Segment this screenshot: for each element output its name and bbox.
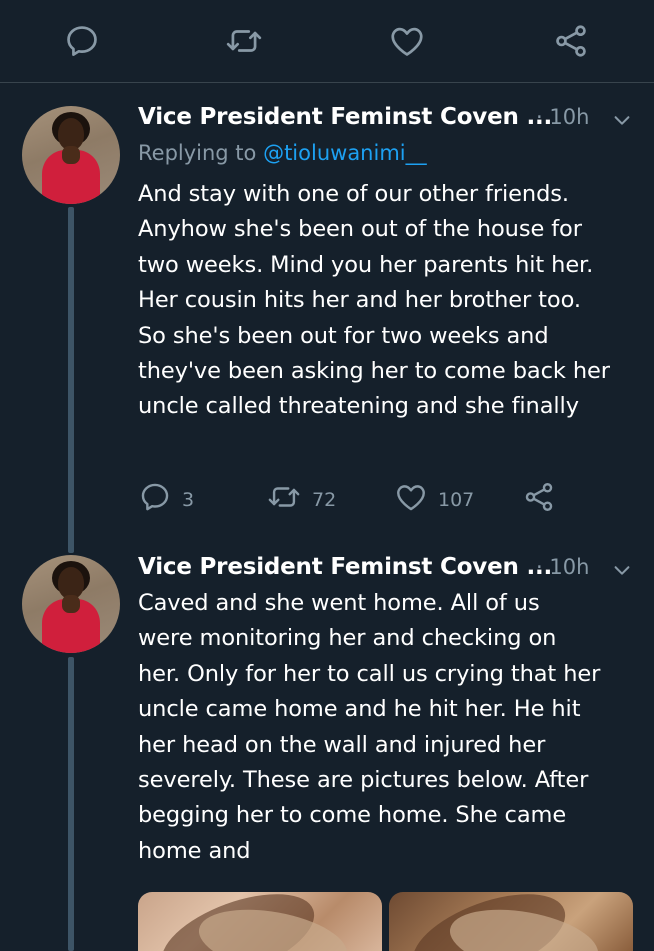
share-icon[interactable] [552, 22, 590, 60]
author-name[interactable]: Vice President Feminst Coven ... [138, 554, 552, 580]
retweet-icon[interactable] [224, 22, 264, 60]
chevron-down-icon[interactable] [611, 559, 633, 585]
like-icon[interactable] [388, 22, 426, 60]
tweet-time[interactable]: · 10h [536, 555, 589, 579]
reply-button[interactable]: 3 [138, 480, 194, 519]
like-button[interactable]: 107 [394, 480, 474, 519]
avatar[interactable] [22, 555, 120, 653]
tweet-time[interactable]: · 10h [536, 105, 589, 129]
tweet-1[interactable]: Vice President Feminst Coven ... · 10h R… [0, 83, 654, 553]
tweet-2[interactable]: Vice President Feminst Coven ... · 10h C… [0, 533, 654, 951]
parent-tweet-action-bar [0, 0, 654, 83]
tweet-action-bar: 3 72 107 [138, 480, 638, 516]
replying-to-label: Replying to [138, 141, 264, 165]
retweet-icon [266, 480, 302, 519]
reply-icon [138, 480, 172, 519]
like-count: 107 [438, 488, 475, 511]
replying-to-line: Replying to @tioluwanimi__ [138, 141, 427, 165]
avatar[interactable] [22, 106, 120, 204]
tweet-media-image-2[interactable] [389, 892, 633, 951]
like-icon [394, 480, 428, 519]
tweet-media-image-1[interactable] [138, 892, 382, 951]
share-button[interactable] [522, 480, 556, 519]
tweet-text: Caved and she went home. All of us were … [138, 590, 601, 864]
tweet-text: And stay with one of our other friends. … [138, 181, 610, 420]
reply-count: 3 [182, 488, 195, 511]
author-name[interactable]: Vice President Feminst Coven ... [138, 104, 552, 130]
thread-connector-line [68, 657, 74, 951]
retweet-count: 72 [312, 488, 337, 511]
replying-to-handle-link[interactable]: @tioluwanimi__ [263, 141, 427, 165]
chevron-down-icon[interactable] [611, 109, 633, 135]
share-icon [522, 480, 556, 519]
retweet-button[interactable]: 72 [266, 480, 336, 519]
reply-icon[interactable] [63, 22, 101, 60]
thread-connector-line [68, 207, 74, 553]
